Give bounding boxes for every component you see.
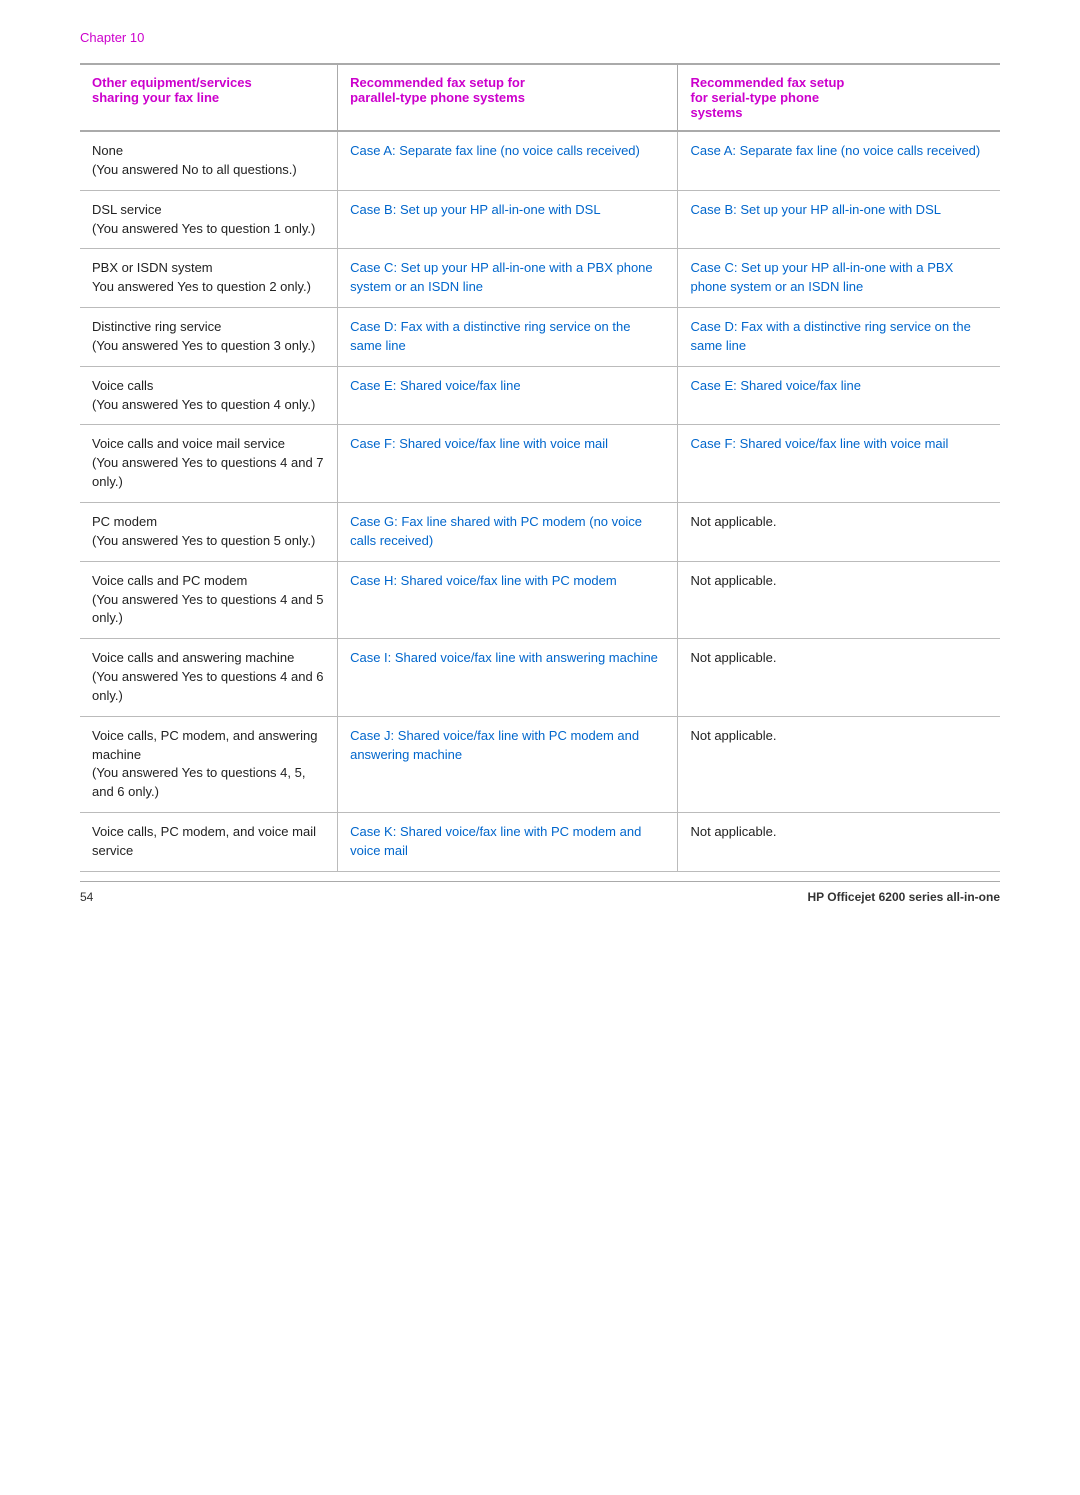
cell-row9-col1: Case J: Shared voice/fax line with PC mo…: [338, 716, 678, 812]
table-row: Voice calls and answering machine(You an…: [80, 639, 1000, 717]
cell-row4-col2: Case E: Shared voice/fax line: [678, 366, 1000, 425]
cell-row6-col1: Case G: Fax line shared with PC modem (n…: [338, 502, 678, 561]
cell-row7-col0: Voice calls and PC modem(You answered Ye…: [80, 561, 338, 639]
cell-row0-col2: Case A: Separate fax line (no voice call…: [678, 131, 1000, 190]
cell-row10-col2: Not applicable.: [678, 813, 1000, 872]
cell-row0-col1: Case A: Separate fax line (no voice call…: [338, 131, 678, 190]
cell-row5-col0: Voice calls and voice mail service(You a…: [80, 425, 338, 503]
table-row: PC modem(You answered Yes to question 5 …: [80, 502, 1000, 561]
table-row: Distinctive ring service(You answered Ye…: [80, 308, 1000, 367]
table-row: PBX or ISDN systemYou answered Yes to qu…: [80, 249, 1000, 308]
header-col3: Recommended fax setup for serial-type ph…: [678, 64, 1000, 131]
cell-row10-col1: Case K: Shared voice/fax line with PC mo…: [338, 813, 678, 872]
cell-row8-col2: Not applicable.: [678, 639, 1000, 717]
fax-setup-table: Other equipment/services sharing your fa…: [80, 63, 1000, 872]
page-number: 54: [80, 890, 93, 904]
table-row: None(You answered No to all questions.)C…: [80, 131, 1000, 190]
cell-row7-col1: Case H: Shared voice/fax line with PC mo…: [338, 561, 678, 639]
cell-row2-col2: Case C: Set up your HP all-in-one with a…: [678, 249, 1000, 308]
cell-row9-col2: Not applicable.: [678, 716, 1000, 812]
table-row: Voice calls(You answered Yes to question…: [80, 366, 1000, 425]
cell-row9-col0: Voice calls, PC modem, and answering mac…: [80, 716, 338, 812]
cell-row6-col0: PC modem(You answered Yes to question 5 …: [80, 502, 338, 561]
product-name: HP Officejet 6200 series all-in-one: [807, 890, 1000, 904]
cell-row10-col0: Voice calls, PC modem, and voice mail se…: [80, 813, 338, 872]
cell-row3-col2: Case D: Fax with a distinctive ring serv…: [678, 308, 1000, 367]
table-row: DSL service(You answered Yes to question…: [80, 190, 1000, 249]
cell-row2-col1: Case C: Set up your HP all-in-one with a…: [338, 249, 678, 308]
table-row: Voice calls and PC modem(You answered Ye…: [80, 561, 1000, 639]
cell-row8-col0: Voice calls and answering machine(You an…: [80, 639, 338, 717]
cell-row5-col1: Case F: Shared voice/fax line with voice…: [338, 425, 678, 503]
cell-row7-col2: Not applicable.: [678, 561, 1000, 639]
cell-row0-col0: None(You answered No to all questions.): [80, 131, 338, 190]
cell-row5-col2: Case F: Shared voice/fax line with voice…: [678, 425, 1000, 503]
cell-row2-col0: PBX or ISDN systemYou answered Yes to qu…: [80, 249, 338, 308]
header-col2: Recommended fax setup for parallel-type …: [338, 64, 678, 131]
header-col1: Other equipment/services sharing your fa…: [80, 64, 338, 131]
page-container: Fax setup Chapter 10 Other equipment/ser…: [0, 0, 1080, 932]
page-footer: 54 HP Officejet 6200 series all-in-one: [80, 881, 1000, 904]
cell-row1-col2: Case B: Set up your HP all-in-one with D…: [678, 190, 1000, 249]
cell-row1-col1: Case B: Set up your HP all-in-one with D…: [338, 190, 678, 249]
cell-row4-col0: Voice calls(You answered Yes to question…: [80, 366, 338, 425]
cell-row4-col1: Case E: Shared voice/fax line: [338, 366, 678, 425]
table-row: Voice calls and voice mail service(You a…: [80, 425, 1000, 503]
cell-row6-col2: Not applicable.: [678, 502, 1000, 561]
table-row: Voice calls, PC modem, and voice mail se…: [80, 813, 1000, 872]
table-row: Voice calls, PC modem, and answering mac…: [80, 716, 1000, 812]
cell-row3-col0: Distinctive ring service(You answered Ye…: [80, 308, 338, 367]
chapter-heading: Chapter 10: [80, 30, 1000, 45]
cell-row3-col1: Case D: Fax with a distinctive ring serv…: [338, 308, 678, 367]
cell-row8-col1: Case I: Shared voice/fax line with answe…: [338, 639, 678, 717]
cell-row1-col0: DSL service(You answered Yes to question…: [80, 190, 338, 249]
